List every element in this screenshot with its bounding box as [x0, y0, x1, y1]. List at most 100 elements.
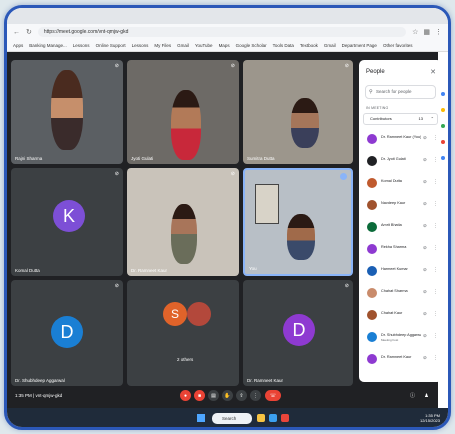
participant-tile[interactable]: D ⊘ Dr. Shubhdeep Aggarwal	[11, 280, 123, 386]
participant-row[interactable]: Navdeep Kaur ⊘ ⋮	[359, 196, 442, 218]
extensions-icon[interactable]: ▦	[423, 28, 430, 36]
participant-name: Dr. Jyoti Gulati	[381, 157, 406, 161]
star-icon[interactable]: ☆	[412, 28, 418, 36]
participant-name: Navdeep Kaur	[381, 201, 406, 205]
participant-video	[287, 214, 315, 260]
bookmark-item[interactable]: Google Scholar	[236, 43, 267, 48]
mic-off-icon[interactable]: ⊘	[423, 311, 427, 317]
bookmark-item[interactable]: My Files	[154, 43, 171, 48]
participant-row[interactable]: Dr. Shubhdeep Aggarwal Meeting host ⊘ ⋮	[359, 328, 442, 350]
mic-off-icon[interactable]: ⊘	[423, 333, 427, 339]
raise-hand-button[interactable]: ✋	[222, 390, 233, 401]
participant-name: Chahat Kaur	[381, 311, 403, 315]
avatar: D	[283, 314, 315, 346]
participant-name: Dr. Ramneet Kaur	[381, 355, 412, 359]
mic-off-icon[interactable]: ⊘	[423, 179, 427, 185]
participant-tile-group[interactable]: S 2 others	[127, 280, 239, 386]
speaking-icon	[340, 173, 347, 180]
participant-tile[interactable]: D ⊘ Dr. Ramneet Kaur	[243, 280, 353, 386]
chevron-up-icon[interactable]: ⌃	[431, 114, 434, 124]
participant-row[interactable]: Chahat Kaur ⊘ ⋮	[359, 306, 442, 328]
mic-off-icon: ⊘	[114, 171, 119, 177]
participant-tile[interactable]: ⊘ Sumitra Dutta	[243, 60, 353, 164]
participant-tile-self[interactable]: You	[243, 168, 353, 276]
participant-row[interactable]: Komal Dutta ⊘ ⋮	[359, 174, 442, 196]
bookmark-item[interactable]: Lessons	[132, 43, 149, 48]
bookmark-item[interactable]: Textbook	[300, 43, 318, 48]
url-field[interactable]: https://meet.google.com/vnt-qmjw-gkd	[37, 27, 407, 37]
side-rail	[438, 52, 448, 408]
info-icon[interactable]: ⓘ	[407, 390, 418, 401]
leave-call-button[interactable]: ☏	[265, 390, 281, 401]
participant-name: Jyoti Gulati	[131, 156, 154, 161]
avatar-photo	[187, 302, 211, 326]
participant-tile[interactable]: ⊘ Jyoti Gulati	[127, 60, 239, 164]
mic-toggle-button[interactable]: ●	[180, 390, 191, 401]
mic-off-icon[interactable]: ⊘	[423, 135, 427, 141]
bookmark-item[interactable]: YouTube	[195, 43, 213, 48]
avatar: S	[163, 302, 187, 326]
participant-row[interactable]: Dr. Ramneet Kaur ⊘ ⋮	[359, 350, 442, 372]
group-count: 13	[418, 116, 423, 121]
participant-avatar	[367, 178, 377, 188]
participant-row[interactable]: Amrit Bhatia ⊘ ⋮	[359, 218, 442, 240]
participant-row[interactable]: Chahat Sharma ⊘ ⋮	[359, 284, 442, 306]
meet-stage: ⊘ Rajni Sharma ⊘ Jyoti Gulati ⊘ Sumitra …	[7, 52, 448, 408]
back-icon[interactable]: ←	[13, 29, 20, 36]
contributors-group[interactable]: Contributors 13 ⌃	[363, 113, 438, 125]
participant-avatar	[367, 244, 377, 254]
tasks-icon[interactable]	[441, 124, 445, 128]
mic-off-icon[interactable]: ⊘	[423, 289, 427, 295]
participant-role: Meeting host	[381, 338, 399, 342]
participant-tile[interactable]: K ⊘ Komal Dutta	[11, 168, 123, 276]
calendar-icon[interactable]	[441, 92, 445, 96]
refresh-icon[interactable]: ↻	[26, 28, 32, 36]
mic-off-icon[interactable]: ⊘	[423, 245, 427, 251]
bookmark-item[interactable]: Lessons	[73, 43, 90, 48]
close-icon[interactable]: ✕	[430, 68, 436, 76]
participant-row[interactable]: Rekha Sharma ⊘ ⋮	[359, 240, 442, 262]
os-taskbar: Search 1:35 PM 12/15/2023	[7, 408, 448, 427]
contacts-icon[interactable]	[441, 140, 445, 144]
file-explorer-icon[interactable]	[257, 414, 265, 422]
taskbar-search[interactable]: Search	[212, 413, 252, 424]
bookmark-item[interactable]: Department Page	[342, 43, 377, 48]
mic-off-icon[interactable]: ⊘	[423, 267, 427, 273]
mic-off-icon[interactable]: ⊘	[423, 355, 427, 361]
windows-start-icon[interactable]	[197, 414, 205, 422]
bookmark-item[interactable]: Banking Manage...	[29, 43, 67, 48]
captions-button[interactable]: ▤	[208, 390, 219, 401]
bookmark-item[interactable]: Gmail	[324, 43, 336, 48]
bookmark-item[interactable]: Online Support	[96, 43, 126, 48]
menu-icon[interactable]: ⋮	[435, 28, 442, 36]
edge-icon[interactable]	[269, 414, 277, 422]
keep-icon[interactable]	[441, 108, 445, 112]
participant-avatar	[367, 354, 377, 364]
bookmark-item[interactable]: Other favorites	[383, 43, 413, 48]
participant-tile[interactable]: ⊘ Rajni Sharma	[11, 60, 123, 164]
participant-row[interactable]: Dr. Ramneet Kaur (You) ⊘ ⋮	[359, 130, 442, 152]
search-placeholder: Search for people	[376, 89, 412, 94]
bookmark-item[interactable]: Tools Data	[273, 43, 294, 48]
participant-tile[interactable]: ⊘ Dr. Ramneet Kaur	[127, 168, 239, 276]
participant-name: Dr. Shubhdeep Aggarwal	[15, 378, 65, 383]
mic-off-icon[interactable]: ⊘	[423, 157, 427, 163]
mic-off-icon[interactable]: ⊘	[423, 201, 427, 207]
participant-name: 2 others	[177, 357, 194, 362]
participant-row[interactable]: Harmeet Kumar ⊘ ⋮	[359, 262, 442, 284]
present-button[interactable]: ⇧	[236, 390, 247, 401]
participant-video	[171, 90, 201, 160]
people-search-input[interactable]: ⚲ Search for people	[365, 85, 436, 99]
address-bar: ← ↻ https://meet.google.com/vnt-qmjw-gkd…	[7, 24, 448, 40]
camera-toggle-button[interactable]: ■	[194, 390, 205, 401]
people-icon[interactable]: ♟	[421, 390, 432, 401]
participant-row[interactable]: Dr. Jyoti Gulati ⊘ ⋮	[359, 152, 442, 174]
bookmark-item[interactable]: Gmail	[177, 43, 189, 48]
bookmark-item[interactable]: Apps	[13, 43, 23, 48]
chrome-icon[interactable]	[281, 414, 289, 422]
bookmark-item[interactable]: Maps	[219, 43, 230, 48]
maps-icon[interactable]	[441, 156, 445, 160]
mic-off-icon[interactable]: ⊘	[423, 223, 427, 229]
more-options-button[interactable]: ⋮	[250, 390, 261, 401]
search-icon: ⚲	[369, 89, 373, 95]
